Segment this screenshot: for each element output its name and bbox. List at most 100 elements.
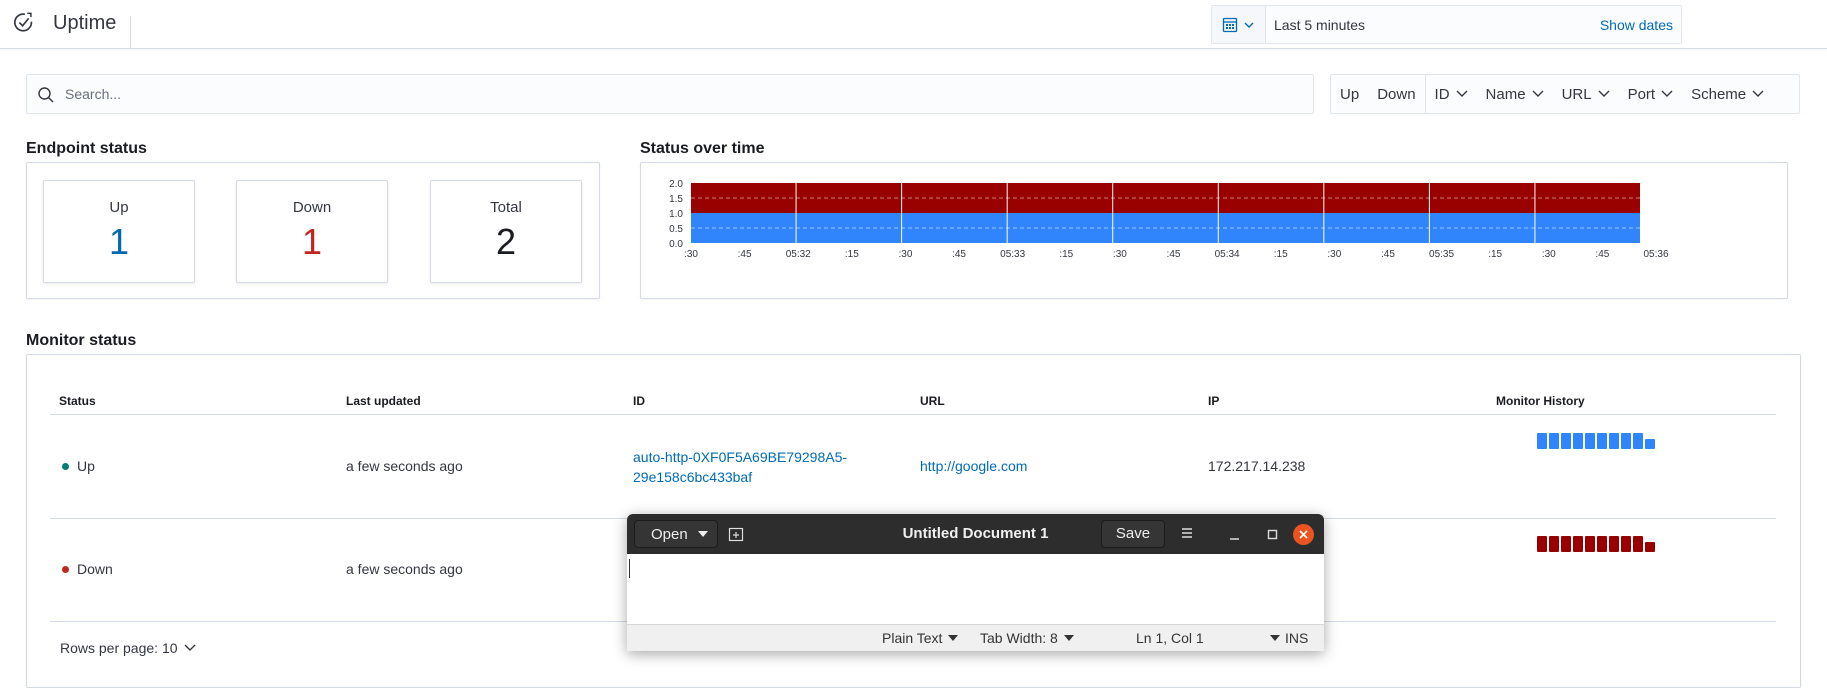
editor-header-bar: Open Untitled Document 1 Save (627, 514, 1324, 554)
filter-up-button[interactable]: Up (1331, 75, 1368, 113)
chart-y-tick-label: 1.0 (669, 209, 683, 220)
filter-port-button[interactable]: Port (1619, 75, 1683, 113)
show-dates-link[interactable]: Show dates (1600, 17, 1673, 33)
status-text: Down (77, 561, 113, 577)
save-button[interactable]: Save (1101, 520, 1165, 548)
open-button[interactable]: Open (634, 520, 718, 548)
chart-x-tick-label: :15 (1274, 249, 1288, 260)
field-filter-group: ID Name URL Port Scheme (1424, 75, 1774, 113)
chart-x-tick-label: :30 (898, 249, 912, 260)
calendar-icon (1222, 17, 1254, 33)
dropdown-arrow-icon (1269, 635, 1280, 641)
status-over-time-title: Status over time (640, 140, 765, 157)
col-last-updated[interactable]: Last updated (346, 394, 421, 408)
status-text: Up (77, 458, 95, 474)
monitor-history-sparkline (1537, 433, 1655, 449)
search-input[interactable] (65, 83, 1265, 105)
history-bar (1549, 433, 1559, 449)
close-button[interactable] (1293, 524, 1314, 545)
monitor-id-link[interactable]: auto-http-0XF0F5A69BE79298A5- 29e158c6bc4… (633, 447, 847, 487)
search-icon (38, 87, 54, 103)
filter-name-button[interactable]: Name (1477, 75, 1553, 113)
filter-down-button[interactable]: Down (1368, 75, 1424, 113)
col-monitor-history[interactable]: Monitor History (1496, 394, 1585, 408)
history-bar (1621, 536, 1631, 552)
stat-up-card: Up 1 (43, 180, 195, 283)
tab-width-label: Tab Width: 8 (980, 630, 1058, 646)
chart-x-tick-label: 05:34 (1215, 249, 1240, 260)
chart-x-tick-label: :45 (952, 249, 966, 260)
stat-up-label: Up (109, 199, 129, 216)
stat-down-label: Down (292, 199, 332, 216)
history-bar (1561, 433, 1571, 449)
history-bar (1537, 433, 1547, 449)
new-tab-icon[interactable] (728, 526, 744, 542)
chart-x-tick-label: :45 (1381, 249, 1395, 260)
chart-y-tick-label: 1.5 (669, 194, 683, 205)
col-ip[interactable]: IP (1208, 394, 1219, 408)
status-dot (62, 565, 69, 573)
filter-url-button[interactable]: URL (1553, 75, 1619, 113)
rows-per-page-button[interactable]: Rows per page: 10 (60, 640, 196, 656)
title-divider (130, 16, 131, 49)
chart-x-tick-label: 05:33 (1000, 249, 1025, 260)
monitor-history-sparkline (1537, 536, 1655, 552)
chevron-down-icon (1456, 90, 1468, 97)
col-url[interactable]: URL (920, 394, 945, 408)
history-bar (1633, 433, 1643, 449)
filter-url-label: URL (1561, 85, 1592, 103)
uptime-icon (14, 12, 33, 32)
chevron-down-icon (184, 644, 196, 651)
stat-up-value: 1 (108, 221, 130, 262)
history-bar (1573, 433, 1583, 449)
table-header: Status Last updated ID URL IP Monitor Hi… (50, 385, 1776, 415)
history-bar (1609, 433, 1619, 449)
search-bar (26, 74, 1314, 114)
status-cell: Down (62, 561, 113, 577)
chart-x-tick-label: :30 (1542, 249, 1556, 260)
table-row: Up a few seconds ago auto-http-0XF0F5A69… (50, 416, 1776, 519)
history-bar (1585, 536, 1595, 552)
monitor-status-title: Monitor status (26, 332, 137, 349)
date-picker: Last 5 minutes Show dates (1211, 5, 1682, 44)
col-status[interactable]: Status (59, 394, 96, 408)
date-range-text[interactable]: Last 5 minutes (1274, 17, 1365, 33)
filter-id-button[interactable]: ID (1426, 75, 1477, 113)
last-updated-cell: a few seconds ago (346, 458, 463, 474)
cursor-position-selector[interactable]: Ln 1, Col 1 (1136, 630, 1280, 646)
chart-x-tick-label: 05:32 (786, 249, 811, 260)
stat-down-value: 1 (301, 221, 323, 262)
dropdown-arrow-icon (948, 635, 959, 641)
language-selector[interactable]: Plain Text (882, 630, 959, 646)
maximize-icon[interactable] (1265, 524, 1281, 544)
cursor-position-label: Ln 1, Col 1 (1136, 630, 1204, 646)
col-id[interactable]: ID (633, 394, 645, 408)
monitor-url-link[interactable]: http://google.com (920, 458, 1027, 474)
endpoint-status-title: Endpoint status (26, 140, 147, 157)
history-bar (1645, 439, 1655, 449)
tab-width-selector[interactable]: Tab Width: 8 (980, 630, 1074, 646)
chart-y-tick-label: 2.0 (669, 179, 683, 190)
stat-down-card: Down 1 (236, 180, 388, 283)
chart-x-tick-label: :30 (1327, 249, 1341, 260)
quick-menu-button[interactable] (1212, 6, 1266, 43)
language-label: Plain Text (882, 630, 943, 646)
chevron-down-icon (1598, 90, 1610, 97)
chart-x-tick-label: :45 (1167, 249, 1181, 260)
text-caret (629, 559, 630, 578)
filter-id-label: ID (1434, 85, 1450, 103)
history-bar (1585, 433, 1595, 449)
status-dot (62, 462, 69, 470)
status-filter-group: Up Down (1331, 75, 1425, 113)
endpoint-status-panel: Up 1 Down 1 Total 2 (26, 162, 600, 299)
minimize-icon[interactable] (1227, 524, 1243, 544)
history-bar (1537, 536, 1547, 552)
text-editor-window: Open Untitled Document 1 Save Plain Text… (627, 514, 1324, 651)
history-bar (1573, 536, 1583, 552)
editor-text-area[interactable] (627, 554, 1324, 624)
chart-x-tick-label: 05:35 (1429, 249, 1454, 260)
hamburger-menu-icon[interactable] (1179, 525, 1195, 541)
filter-scheme-button[interactable]: Scheme (1682, 75, 1773, 113)
chevron-down-icon (1661, 90, 1673, 97)
page-title: Uptime (53, 12, 117, 34)
